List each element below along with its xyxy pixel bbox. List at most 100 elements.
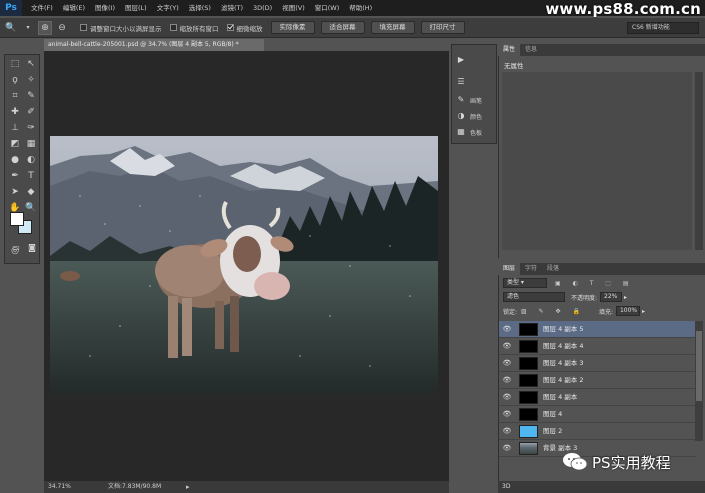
layer-thumbnail (519, 408, 538, 421)
dodge-tool-icon[interactable]: ◐ (24, 154, 38, 166)
checkbox-box[interactable] (226, 24, 234, 31)
blend-row: 滤色 不透明度: 22% ▸ (503, 292, 627, 302)
status-menu-arrow-icon[interactable]: ▸ (186, 481, 190, 493)
properties-tabs: 属性 信息 (498, 44, 705, 56)
layer-row[interactable]: 👁 图层 4 副本 2 (499, 372, 696, 389)
adjustments-panel-button[interactable]: ☰ (456, 77, 470, 87)
marquee-tool-icon[interactable]: ⬚ (8, 58, 22, 70)
properties-scrollbar[interactable] (695, 72, 703, 250)
color-label: 颜色 (470, 113, 483, 121)
zoom-tool-icon[interactable]: 🔍 (24, 202, 38, 214)
layers-scrollbar[interactable] (695, 321, 703, 441)
resize-windows-label: 调整窗口大小以满屏显示 (90, 24, 162, 33)
menu-item[interactable]: 图像(I) (90, 0, 120, 16)
swatches-panel-button[interactable]: ▦ 色板 (456, 127, 482, 137)
layer-row[interactable]: 👁 图层 4 副本 (499, 389, 696, 406)
visibility-eye-icon[interactable]: 👁 (502, 444, 512, 453)
panel-3d-tab[interactable]: 3D (498, 481, 705, 493)
menu-item[interactable]: 视图(V) (277, 0, 310, 16)
visibility-eye-icon[interactable]: 👁 (502, 393, 512, 402)
type-tool-icon[interactable]: T (24, 170, 38, 182)
layer-filter-select[interactable]: 类型 ▾ (503, 278, 547, 288)
history-brush-icon[interactable]: ✑ (24, 122, 38, 134)
layer-row[interactable]: 👁 图层 2 (499, 423, 696, 440)
magic-wand-icon[interactable]: ✧ (24, 74, 38, 86)
healing-brush-icon[interactable]: ✚ (8, 106, 22, 118)
stamp-tool-icon[interactable]: ⊥ (8, 122, 22, 134)
layer-row[interactable]: 👁 图层 4 副本 5 (499, 321, 696, 338)
menu-item[interactable]: 窗口(W) (310, 0, 345, 16)
layer-thumbnail (519, 391, 538, 404)
menu-item[interactable]: 3D(D) (248, 0, 277, 16)
zoom-level[interactable]: 34.71% (48, 481, 71, 493)
quick-mask-mode-icon[interactable]: ◙ (25, 242, 39, 254)
brush-panel-button[interactable]: ✎ 画笔 (456, 95, 482, 105)
document-tab[interactable]: animal-bell-cattle-205001.psd @ 34.7% (图… (44, 39, 264, 51)
checkbox-box[interactable] (169, 24, 177, 31)
eraser-tool-icon[interactable]: ◩ (8, 138, 22, 150)
foreground-color-swatch[interactable] (10, 212, 24, 226)
menu-item[interactable]: 图层(L) (120, 0, 152, 16)
zoom-all-checkbox[interactable]: 缩放所有窗口 (169, 23, 219, 33)
eyedropper-icon[interactable]: ✎ (24, 90, 38, 102)
lasso-tool-icon[interactable]: ϙ (8, 74, 22, 86)
tab-properties[interactable]: 属性 (498, 44, 521, 56)
tab-paragraph[interactable]: 段落 (542, 263, 564, 275)
print-size-button[interactable]: 打印尺寸 (420, 21, 465, 34)
shape-tool-icon[interactable]: ◆ (24, 186, 38, 198)
menu-item[interactable]: 文件(F) (26, 0, 58, 16)
fill-input[interactable]: 100% (615, 306, 640, 316)
blend-mode-select[interactable]: 滤色 (503, 292, 565, 302)
zoom-tool-icon[interactable]: 🔍 (4, 21, 18, 35)
chevron-down-icon[interactable]: ▾ (21, 21, 35, 35)
pen-tool-icon[interactable]: ✒ (8, 170, 22, 182)
menu-item[interactable]: 选择(S) (184, 0, 216, 16)
actual-pixels-button[interactable]: 实际像素 (270, 21, 315, 34)
brush-tool-icon[interactable]: ✐ (24, 106, 38, 118)
fill-dropdown-icon[interactable]: ▸ (642, 308, 645, 315)
status-bar: 34.71% 文档:7.83M/90.8M ▸ (44, 481, 449, 493)
filter-icons[interactable]: ▣ ◐ T ⬚ ▤ (555, 280, 634, 287)
zoom-out-icon[interactable]: ⊖ (55, 21, 69, 35)
screen-mode-icon[interactable]: ▭ (9, 242, 23, 254)
gradient-tool-icon[interactable]: ▦ (24, 138, 38, 150)
layer-row[interactable]: 👁 图层 4 副本 4 (499, 338, 696, 355)
color-panel-button[interactable]: ◑ 颜色 (456, 111, 483, 121)
visibility-eye-icon[interactable]: 👁 (502, 376, 512, 385)
blur-tool-icon[interactable]: ● (8, 154, 22, 166)
checkbox-box[interactable] (80, 24, 87, 31)
menu-item[interactable]: 编辑(E) (58, 0, 90, 16)
zoom-in-icon[interactable]: ⊕ (38, 20, 52, 35)
fill-screen-button[interactable]: 填充屏幕 (370, 21, 415, 34)
lock-icons[interactable]: ▨ ✎ ✥ 🔒 (521, 308, 585, 315)
path-select-icon[interactable]: ➤ (8, 186, 22, 198)
canvas-photo[interactable] (50, 136, 438, 395)
menu-item[interactable]: 滤镜(T) (216, 0, 248, 16)
workspace-select[interactable]: CS6 新增功能 (627, 22, 699, 34)
fit-screen-button[interactable]: 适合屏幕 (320, 21, 365, 34)
visibility-eye-icon[interactable]: 👁 (502, 342, 512, 351)
layer-row[interactable]: 👁 图层 4 副本 3 (499, 355, 696, 372)
menu-item[interactable]: 文字(Y) (152, 0, 184, 16)
menu-item[interactable]: 帮助(H) (344, 0, 377, 16)
visibility-eye-icon[interactable]: 👁 (502, 427, 512, 436)
layer-row[interactable]: 👁 图层 4 (499, 406, 696, 423)
visibility-eye-icon[interactable]: 👁 (502, 359, 512, 368)
visibility-eye-icon[interactable]: 👁 (502, 410, 512, 419)
resize-windows-checkbox[interactable]: 调整窗口大小以满屏显示 (80, 23, 162, 33)
scrollbar-thumb[interactable] (696, 331, 702, 401)
layer-thumbnail (519, 340, 538, 353)
scrubby-zoom-checkbox[interactable]: 细微缩放 (226, 23, 263, 33)
layer-filter-row: 类型 ▾ ▣ ◐ T ⬚ ▤ (503, 278, 634, 288)
layer-thumbnail (519, 323, 538, 336)
tab-character[interactable]: 字符 (520, 263, 542, 275)
crop-tool-icon[interactable]: ⌗ (8, 90, 22, 102)
visibility-eye-icon[interactable]: 👁 (502, 325, 512, 334)
opacity-input[interactable]: 22% (600, 292, 623, 302)
tab-info[interactable]: 信息 (520, 44, 542, 56)
layer-thumbnail (519, 357, 538, 370)
actions-panel-button[interactable]: ▶ (456, 55, 470, 65)
opacity-dropdown-icon[interactable]: ▸ (624, 294, 627, 301)
tab-layers[interactable]: 图层 (498, 263, 521, 275)
move-tool-icon[interactable]: ↖ (24, 58, 38, 70)
